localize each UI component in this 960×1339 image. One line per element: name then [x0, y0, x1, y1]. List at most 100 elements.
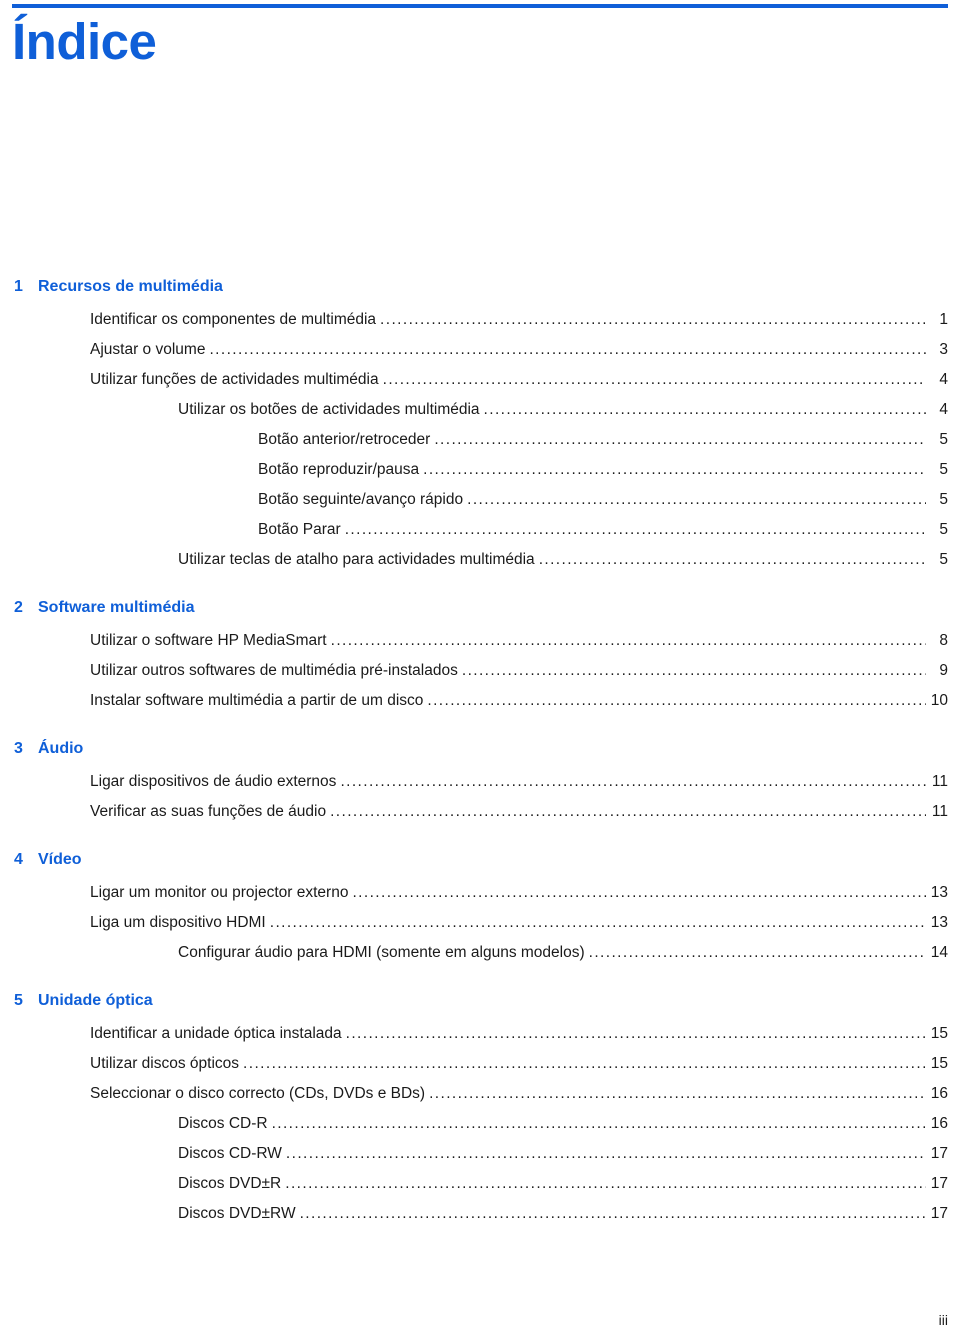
chapter-title: Recursos de multimédia — [38, 278, 223, 295]
dot-leader — [484, 395, 926, 425]
toc-entry-label: Liga um dispositivo HDMI — [90, 914, 266, 931]
toc-entry-label: Ligar dispositivos de áudio externos — [90, 773, 337, 790]
toc-entry[interactable]: Liga um dispositivo HDMI 13 — [0, 908, 960, 938]
chapter-heading[interactable]: 5 Unidade óptica — [0, 990, 960, 1012]
toc-entry[interactable]: Verificar as suas funções de áudio 11 — [0, 797, 960, 827]
toc-entry-page-number: 4 — [939, 371, 948, 388]
toc-entry[interactable]: Utilizar discos ópticos 15 — [0, 1049, 960, 1079]
toc-entry[interactable]: Utilizar os botões de actividades multim… — [0, 395, 960, 425]
toc-entry-label: Discos DVD±RW — [178, 1205, 296, 1222]
toc-entry[interactable]: Botão seguinte/avanço rápido 5 — [0, 485, 960, 515]
toc-entry[interactable]: Discos DVD±RW 17 — [0, 1199, 960, 1229]
toc-entry[interactable]: Ligar um monitor ou projector externo 13 — [0, 878, 960, 908]
dot-leader — [589, 938, 926, 968]
chapter-heading[interactable]: 2 Software multimédia — [0, 597, 960, 619]
dot-leader — [285, 1169, 926, 1199]
toc-page: Índice 1 Recursos de multimédia Identifica… — [0, 0, 960, 1339]
toc-entry-label: Utilizar os botões de actividades multim… — [178, 401, 480, 418]
dot-leader — [346, 1019, 926, 1049]
toc-entry-page-number: 5 — [939, 551, 948, 568]
toc-entry[interactable]: Identificar a unidade óptica instalada 15 — [0, 1019, 960, 1049]
dot-leader — [330, 797, 926, 827]
toc-entry-page-number: 5 — [939, 521, 948, 538]
toc-entry[interactable]: Discos CD-RW 17 — [0, 1139, 960, 1169]
toc-entry[interactable]: Ajustar o volume 3 — [0, 335, 960, 365]
toc-entry-label: Discos DVD±R — [178, 1175, 282, 1192]
toc-entry-label: Botão Parar — [258, 521, 341, 538]
toc-entry[interactable]: Instalar software multimédia a partir de… — [0, 686, 960, 716]
chapter-title: Software multimédia — [38, 599, 195, 616]
toc-entry-label: Discos CD-RW — [178, 1145, 282, 1162]
dot-leader — [340, 767, 926, 797]
chapter-entry-list: Utilizar o software HP MediaSmart8Utiliz… — [0, 626, 960, 716]
toc-entry[interactable]: Botão Parar 5 — [0, 515, 960, 545]
toc-entry[interactable]: Utilizar teclas de atalho para actividad… — [0, 545, 960, 575]
dot-leader — [286, 1139, 926, 1169]
dot-leader — [300, 1199, 926, 1229]
toc-entry-page-number: 13 — [930, 884, 948, 901]
page-folio: iii — [938, 1312, 948, 1328]
dot-leader — [383, 365, 926, 395]
chapter-heading[interactable]: 3 Áudio — [0, 738, 960, 760]
dot-leader — [345, 515, 926, 545]
toc-entry-label: Utilizar outros softwares de multimédia … — [90, 662, 458, 679]
toc-entry[interactable]: Seleccionar o disco correcto (CDs, DVDs … — [0, 1079, 960, 1109]
header-rule — [12, 4, 948, 8]
dot-leader — [272, 1109, 926, 1139]
toc-entry-label: Botão seguinte/avanço rápido — [258, 491, 464, 508]
toc-entry[interactable]: Utilizar funções de actividades multiméd… — [0, 365, 960, 395]
toc-entry-page-number: 5 — [939, 431, 948, 448]
toc-entry[interactable]: Botão anterior/retroceder 5 — [0, 425, 960, 455]
toc-entry-label: Seleccionar o disco correcto (CDs, DVDs … — [90, 1085, 426, 1102]
toc-entry-label: Botão reproduzir/pausa — [258, 461, 420, 478]
chapter-number: 2 — [14, 599, 23, 616]
toc-entry-page-number: 16 — [930, 1115, 948, 1132]
table-of-contents: 1 Recursos de multimédia Identificar os co… — [0, 276, 960, 1229]
toc-entry-page-number: 5 — [939, 491, 948, 508]
toc-entry-page-number: 9 — [939, 662, 948, 679]
chapter-number: 1 — [14, 278, 23, 295]
toc-entry-page-number: 10 — [930, 692, 948, 709]
dot-leader — [423, 455, 926, 485]
chapter-heading[interactable]: 4 Vídeo — [0, 849, 960, 871]
toc-entry-label: Utilizar discos ópticos — [90, 1055, 240, 1072]
toc-entry-page-number: 11 — [931, 773, 948, 790]
toc-entry-label: Configurar áudio para HDMI (somente em a… — [178, 944, 585, 961]
toc-chapter: 2 Software multimédia Utilizar o software … — [0, 597, 960, 716]
toc-entry-page-number: 1 — [939, 311, 948, 328]
toc-entry-label: Verificar as suas funções de áudio — [90, 803, 327, 820]
toc-entry-page-number: 16 — [930, 1085, 948, 1102]
toc-entry-label: Utilizar o software HP MediaSmart — [90, 632, 327, 649]
toc-entry[interactable]: Botão reproduzir/pausa 5 — [0, 455, 960, 485]
dot-leader — [243, 1049, 926, 1079]
chapter-entry-list: Ligar dispositivos de áudio externos11Ve… — [0, 767, 960, 827]
dot-leader — [462, 656, 926, 686]
chapter-entry-list: Identificar os componentes de multimédia… — [0, 305, 960, 575]
page-title: Índice — [12, 13, 157, 70]
chapter-title: Unidade óptica — [38, 992, 153, 1009]
toc-entry[interactable]: Utilizar o software HP MediaSmart 8 — [0, 626, 960, 656]
toc-entry-page-number: 15 — [930, 1025, 948, 1042]
toc-entry-label: Utilizar funções de actividades multiméd… — [90, 371, 379, 388]
toc-entry-label: Botão anterior/retroceder — [258, 431, 431, 448]
toc-entry[interactable]: Identificar os componentes de multimédia… — [0, 305, 960, 335]
dot-leader — [331, 626, 926, 656]
toc-entry-label: Ajustar o volume — [90, 341, 206, 358]
toc-entry[interactable]: Ligar dispositivos de áudio externos 11 — [0, 767, 960, 797]
dot-leader — [352, 878, 926, 908]
toc-entry[interactable]: Utilizar outros softwares de multimédia … — [0, 656, 960, 686]
toc-entry[interactable]: Discos DVD±R 17 — [0, 1169, 960, 1199]
toc-entry[interactable]: Configurar áudio para HDMI (somente em a… — [0, 938, 960, 968]
toc-entry-page-number: 17 — [930, 1145, 948, 1162]
toc-entry-page-number: 3 — [939, 341, 948, 358]
toc-entry-page-number: 13 — [930, 914, 948, 931]
chapter-number: 3 — [14, 740, 23, 757]
chapter-title: Vídeo — [38, 851, 82, 868]
chapter-entry-list: Identificar a unidade óptica instalada 15… — [0, 1019, 960, 1229]
toc-entry-page-number: 11 — [931, 803, 948, 820]
dot-leader — [539, 545, 926, 575]
chapter-heading[interactable]: 1 Recursos de multimédia — [0, 276, 960, 298]
toc-entry-label: Identificar os componentes de multimédia — [90, 311, 377, 328]
toc-entry-label: Identificar a unidade óptica instalada — [90, 1025, 342, 1042]
toc-entry[interactable]: Discos CD-R 16 — [0, 1109, 960, 1139]
